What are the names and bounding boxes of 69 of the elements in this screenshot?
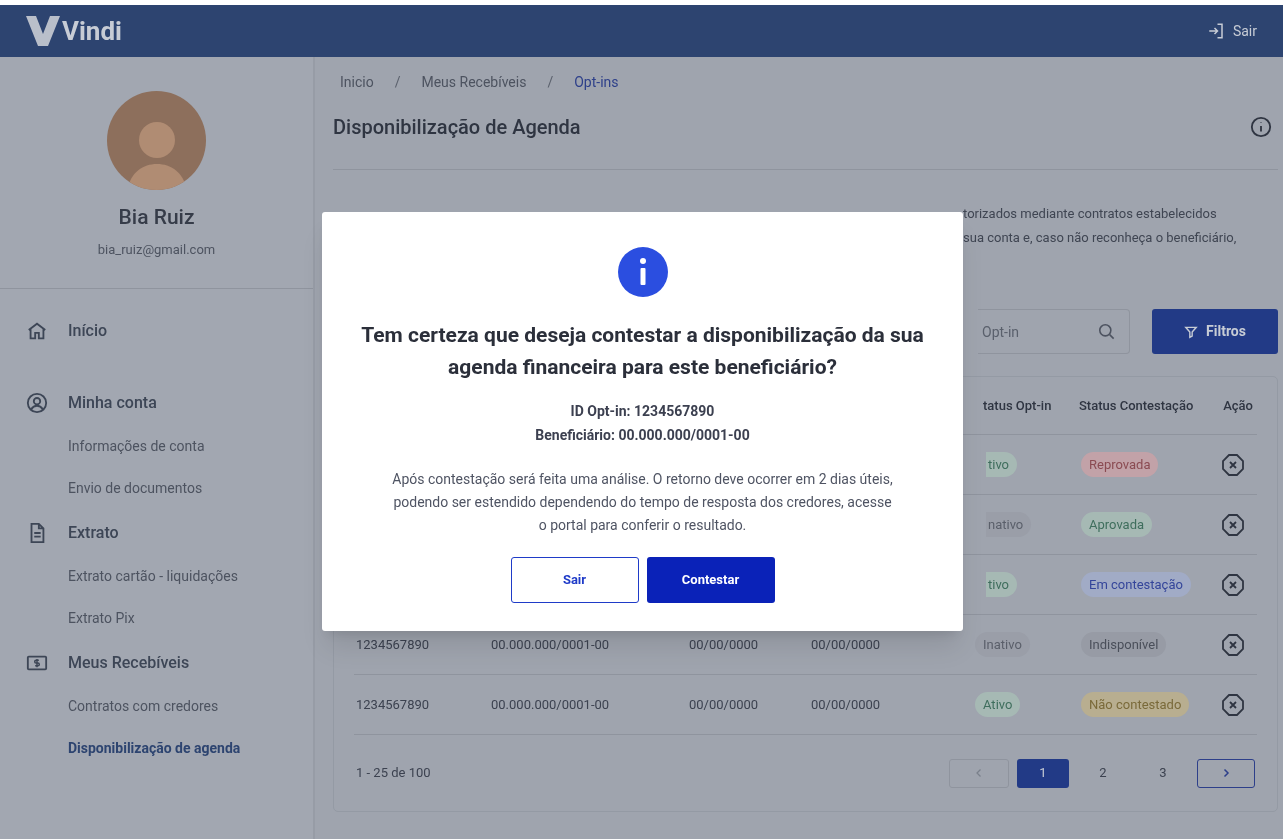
status-badge: Aprovada [1081, 511, 1153, 538]
cancel-icon[interactable] [1221, 632, 1245, 657]
dialog-message: Após contestação será feita uma análise. O retorno deve ocorrer em 2 dias úteis, podendo ser estendido dependendo do tempo de resposta dos credores, acesse o portal para conferir o resultado. [391, 470, 894, 535]
status-badge: tivo [986, 451, 1018, 478]
nav-section-link[interactable]: Início [26, 319, 287, 343]
nav-item-link[interactable]: Extrato cartão - liquidações [68, 566, 287, 587]
page-title: Disponibilização de Agenda [333, 114, 581, 141]
table-cell-text: 1234567890 [356, 635, 431, 654]
breadcrumb-link[interactable]: Opt-ins [567, 71, 626, 93]
cancel-icon[interactable] [1221, 512, 1245, 537]
nav-item-link[interactable]: Envio de documentos [68, 478, 287, 499]
exit-button[interactable]: Sair [510, 557, 639, 603]
nav-item-link[interactable]: Disponibilização de agenda [68, 738, 287, 759]
cancel-icon[interactable] [1221, 452, 1245, 477]
table-cell-text: 1234567890 [356, 695, 431, 714]
user-circle-icon [26, 392, 48, 414]
nav-item-link[interactable]: Contratos com credores [68, 696, 287, 717]
user-name: Bia Ruiz [118, 204, 195, 231]
description-text: torizados mediante contratos estabelecidos [963, 205, 1218, 223]
nav-item-link[interactable]: Informações de conta [68, 436, 287, 457]
status-badge: tivo [986, 571, 1018, 598]
logout-icon [1206, 22, 1225, 40]
contest-button[interactable]: Contestar [646, 557, 775, 603]
search-icon [1097, 322, 1116, 341]
breadcrumb-separator: / [547, 72, 554, 92]
column-header: tatus Opt-in [982, 396, 1053, 415]
status-badge: Em contestação [1081, 571, 1191, 598]
page-button[interactable]: 3 [1137, 758, 1189, 788]
user-email: bia_ruiz@gmail.com [97, 240, 216, 259]
nav-section-link[interactable]: Extrato [26, 521, 287, 545]
column-header: Ação [1222, 396, 1254, 415]
status-badge: nativo [986, 511, 1032, 538]
page-button[interactable]: 1 [1017, 758, 1069, 788]
info-icon [617, 247, 668, 297]
pagination-range: 1 - 25 de 100 [356, 764, 431, 783]
filter-icon [1184, 324, 1199, 339]
nav-section-link[interactable]: Meus Recebíveis [26, 651, 287, 675]
status-badge: Reprovada [1081, 451, 1159, 478]
nav-section-link[interactable]: Minha conta [26, 391, 287, 415]
breadcrumb-separator: / [394, 72, 401, 92]
status-badge: Não contestado [1081, 691, 1190, 718]
status-badge: Ativo [975, 691, 1021, 718]
nav-item-link[interactable]: Extrato Pix [68, 608, 287, 629]
home-icon [26, 320, 48, 342]
page-button[interactable]: 2 [1077, 758, 1129, 788]
cancel-icon[interactable] [1221, 572, 1245, 597]
description-text: sua conta e, caso não reconheça o beneficiário, [963, 228, 1238, 247]
beneficiary-text: Beneficiário: 00.000.000/0001-00 [535, 426, 750, 445]
logo-icon [26, 16, 60, 46]
table-cell-text: 00/00/0000 [689, 695, 760, 714]
info-icon[interactable] [1250, 116, 1272, 138]
dialog-title: Tem certeza que deseja contestar a disponibilização da sua agenda financeira para este beneficiário? [360, 322, 925, 381]
filter-button[interactable]: Filtros [1152, 309, 1278, 354]
search-field[interactable]: Opt-in [978, 309, 1130, 354]
status-badge: Inativo [975, 631, 1030, 658]
logo-text: Vindi [62, 14, 122, 48]
next-page-button[interactable] [1197, 758, 1255, 788]
table-cell-text: 00/00/0000 [811, 695, 882, 714]
table-cell-text: 00/00/0000 [689, 635, 760, 654]
breadcrumb-link[interactable]: Meus Recebíveis [414, 71, 534, 93]
table-cell-text: 00.000.000/0001-00 [491, 635, 611, 654]
status-badge: Indisponível [1081, 631, 1167, 658]
opt-in-id-text: ID Opt-in: 1234567890 [570, 402, 715, 421]
logout-button[interactable]: Sair [1206, 20, 1257, 42]
cancel-icon[interactable] [1221, 692, 1245, 717]
column-header: Status Contestação [1079, 396, 1195, 415]
table-cell-text: 00.000.000/0001-00 [491, 695, 611, 714]
breadcrumb-link[interactable]: Inicio [333, 71, 381, 93]
table-cell-text: 00/00/0000 [811, 635, 882, 654]
